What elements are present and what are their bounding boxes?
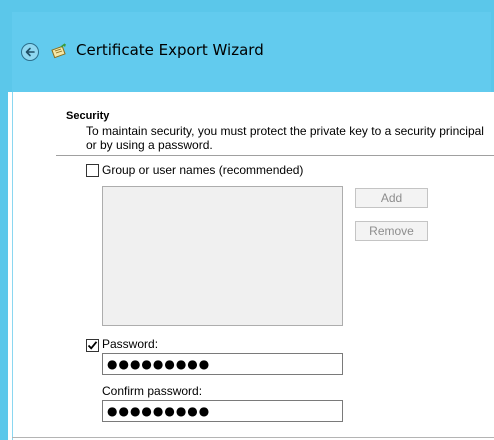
group-or-user-names-checkbox[interactable] [86, 164, 99, 177]
section-description: To maintain security, you must protect t… [86, 124, 484, 152]
checkmark-icon [87, 341, 98, 350]
back-button[interactable] [21, 43, 39, 61]
group-or-user-names-label: Group or user names (recommended) [102, 163, 304, 177]
password-input[interactable]: ●●●●●●●●● [102, 353, 343, 375]
certificate-wizard-icon [51, 43, 66, 59]
content-bottom-border [12, 437, 494, 438]
section-divider [56, 155, 494, 156]
remove-button[interactable]: Remove [355, 221, 428, 241]
add-button[interactable]: Add [355, 188, 428, 208]
section-heading: Security [66, 110, 110, 122]
window-frame-left [0, 0, 8, 440]
back-arrow-icon [25, 47, 35, 57]
confirm-password-input[interactable]: ●●●●●●●●● [102, 400, 343, 422]
group-or-user-names-list[interactable] [102, 186, 343, 326]
certificate-export-wizard-window: Certificate Export Wizard Security To ma… [0, 0, 494, 440]
password-label: Password: [102, 337, 159, 351]
wizard-title: Certificate Export Wizard [76, 41, 264, 59]
password-checkbox[interactable] [86, 339, 99, 352]
confirm-password-label: Confirm password: [102, 384, 203, 398]
